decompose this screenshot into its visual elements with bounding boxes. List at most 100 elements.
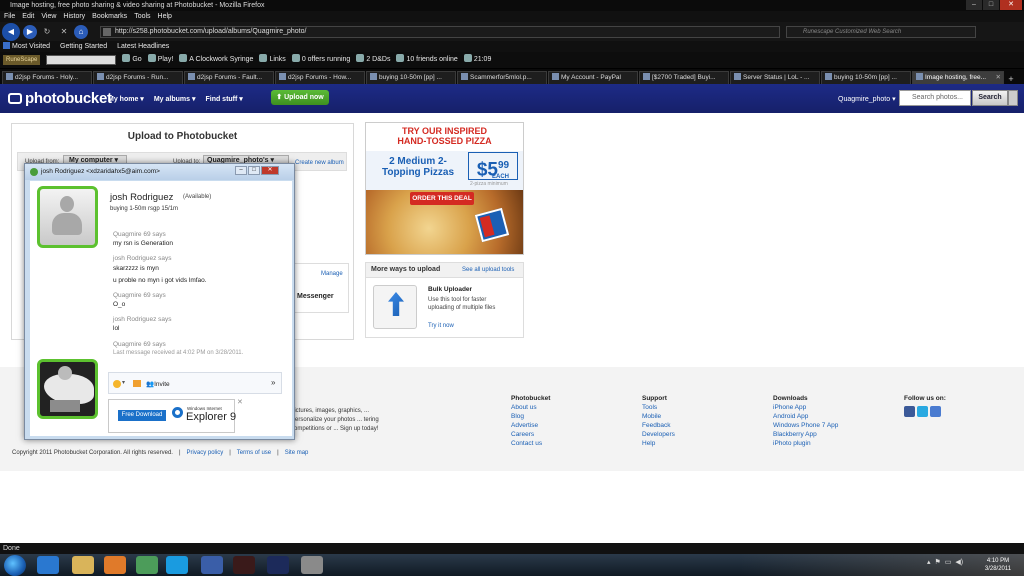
terms-link[interactable]: Terms of use [237,450,271,456]
facebook-icon[interactable] [904,406,915,417]
photo-search-button[interactable]: Search [972,90,1008,106]
gift-icon[interactable] [133,380,141,387]
footer-link[interactable]: iPhone App [773,403,838,412]
upload-now-button[interactable]: ⬆ Upload now [271,90,329,105]
app-taskbar-icon[interactable] [233,556,255,574]
tab[interactable]: d2jsp Forums - Run... [93,71,183,84]
start-button[interactable] [4,555,26,576]
pidgin-taskbar-icon[interactable] [201,556,223,574]
nav-my-albums[interactable]: My albums ▾ [154,95,196,103]
toolbar-search-dropdown[interactable] [46,55,117,65]
dnd-status[interactable]: 2 D&Ds [356,52,390,68]
tray-expand-icon[interactable]: ▴ [927,558,931,566]
minimize-button[interactable]: – [966,0,982,10]
stop-icon[interactable]: ✕ [57,25,71,39]
menu-tools[interactable]: Tools [134,11,150,22]
close-ad-icon[interactable]: ✕ [237,398,243,406]
go-button[interactable]: Go [122,52,142,68]
search-input[interactable]: Runescape Customized Web Search [786,26,976,38]
privacy-link[interactable]: Privacy policy [187,450,224,456]
links-button[interactable]: Links [259,52,286,68]
play-button[interactable]: Play! [147,52,173,68]
nav-my-home[interactable]: My home ▾ [108,95,144,103]
menu-bookmarks[interactable]: Bookmarks [92,11,127,22]
footer-link[interactable]: Blog [511,412,550,421]
nav-find-stuff[interactable]: Find stuff ▾ [205,95,242,103]
my-avatar[interactable] [37,359,98,419]
tab[interactable]: Scammerfor5mlol.p... [457,71,547,84]
tab[interactable]: buying 10-50m [pp] ... [366,71,456,84]
network-icon[interactable]: ▭ [945,558,952,566]
footer-link[interactable]: Android App [773,412,838,421]
close-tab-icon[interactable]: ✕ [996,72,1001,84]
skype-taskbar-icon[interactable] [166,556,188,574]
chat-maximize-button[interactable]: □ [248,166,260,175]
syringe-link[interactable]: A Clockwork Syringe [179,52,253,68]
tab[interactable]: d2jsp Forums - Holy... [2,71,92,84]
footer-link[interactable]: Careers [511,430,550,439]
footer-link[interactable]: Blackberry App [773,430,838,439]
invite-button[interactable]: 👥Invite [146,380,170,388]
maximize-button[interactable]: □ [983,0,999,10]
friends-status[interactable]: 10 friends online [396,52,458,68]
menu-edit[interactable]: Edit [22,11,34,22]
explorer-taskbar-icon[interactable] [72,556,94,574]
create-album-link[interactable]: Create new album [295,160,344,166]
close-button[interactable]: ✕ [1000,0,1022,10]
menu-file[interactable]: File [4,11,15,22]
lol-taskbar-icon[interactable] [267,556,289,574]
chat-minimize-button[interactable]: – [235,166,247,175]
manage-link[interactable]: Manage [321,271,343,277]
firefox-taskbar-icon[interactable] [104,556,126,574]
home-icon[interactable]: ⌂ [74,24,88,39]
footer-link[interactable]: Contact us [511,439,550,448]
user-menu[interactable]: Quagmire_photo ▾ [838,95,896,103]
new-tab-button[interactable]: + [1005,74,1017,84]
twitter-icon[interactable] [917,406,928,417]
more-options-icon[interactable]: » [271,378,275,387]
media-taskbar-icon[interactable] [301,556,323,574]
bookmark-latest-headlines[interactable]: Latest Headlines [117,41,169,52]
footer-link[interactable]: Help [642,439,675,448]
footer-link[interactable]: Feedback [642,421,675,430]
flag-icon[interactable]: ⚑ [935,558,941,566]
tab[interactable]: [$2700 Traded] Buyi... [639,71,729,84]
tab[interactable]: My Account - PayPal [548,71,638,84]
footer-link[interactable]: iPhoto plugin [773,439,838,448]
tab-active[interactable]: Image hosting, free... ✕ [912,71,1004,84]
footer-link[interactable]: Mobile [642,412,675,421]
try-it-now-link[interactable]: Try it now [428,323,454,329]
photo-search-input[interactable]: Search photos... [899,90,971,106]
photobucket-logo[interactable]: photobucket [8,90,112,107]
search-options-dropdown[interactable] [1008,90,1018,106]
menu-view[interactable]: View [41,11,56,22]
volume-icon[interactable]: ◀) [955,558,963,566]
chat-close-button[interactable]: ✕ [261,166,279,175]
sitemap-link[interactable]: Site map [285,450,309,456]
myspace-icon[interactable] [930,406,941,417]
ie-taskbar-icon[interactable] [37,556,59,574]
tab[interactable]: Server Status | LoL - ... [730,71,820,84]
bulk-uploader-title[interactable]: Bulk Uploader [428,286,472,293]
system-clock[interactable]: 4:10 PM 3/28/2011 [978,557,1018,573]
menu-history[interactable]: History [63,11,85,22]
footer-link[interactable]: Tools [642,403,675,412]
free-download-button[interactable]: Free Download [118,410,166,421]
bookmark-most-visited[interactable]: Most Visited [3,41,50,52]
reload-icon[interactable]: ↻ [40,25,54,39]
order-deal-button[interactable]: ORDER THIS DEAL [410,192,474,205]
messenger-taskbar-icon[interactable] [136,556,158,574]
footer-link[interactable]: Windows Phone 7 App [773,421,838,430]
url-bar[interactable]: http://s258.photobucket.com/upload/album… [100,26,780,38]
offers-status[interactable]: 0 offers running [291,52,350,68]
tab[interactable]: d2jsp Forums - How... [275,71,365,84]
emoticon-icon[interactable] [113,380,121,388]
footer-link[interactable]: About us [511,403,550,412]
footer-link[interactable]: Developers [642,430,675,439]
menu-help[interactable]: Help [158,11,172,22]
back-button[interactable]: ◀ [2,22,20,41]
chevron-down-icon[interactable]: ▾ [122,379,125,386]
forward-button[interactable]: ▶ [23,24,37,39]
tab[interactable]: buying 10-50m [pp] ... [821,71,911,84]
bookmark-getting-started[interactable]: Getting Started [60,41,107,52]
